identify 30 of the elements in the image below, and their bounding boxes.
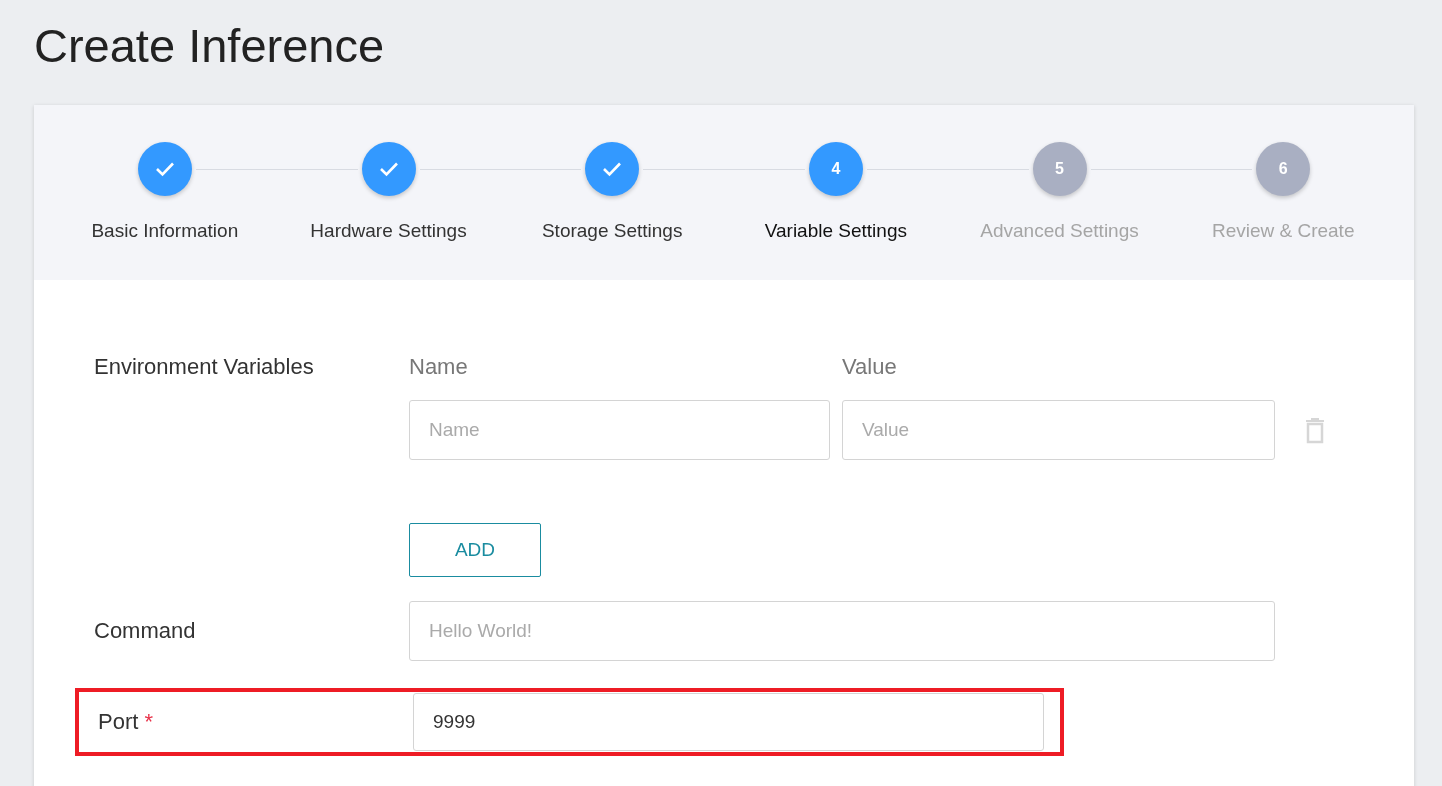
step-label[interactable]: Variable Settings bbox=[764, 220, 907, 242]
checkmark-icon bbox=[154, 161, 175, 177]
checkmark-icon bbox=[378, 161, 399, 177]
column-header: Name bbox=[409, 354, 469, 380]
step-number: 6 bbox=[1278, 160, 1288, 178]
step-circle[interactable] bbox=[585, 142, 640, 196]
step-label[interactable]: Storage Settings bbox=[541, 220, 683, 242]
page-title: Create Inference bbox=[34, 18, 386, 74]
step-label[interactable]: Hardware Settings bbox=[310, 220, 467, 242]
step-circle[interactable]: 6 bbox=[1256, 142, 1311, 196]
step-circle[interactable] bbox=[137, 142, 192, 196]
command-input-field[interactable]: Hello World! bbox=[409, 601, 1275, 661]
add-button[interactable]: ADD bbox=[409, 523, 541, 577]
field-label: Command bbox=[94, 618, 197, 644]
step-label[interactable]: Review & Create bbox=[1211, 220, 1355, 242]
checkmark-icon bbox=[602, 161, 623, 177]
value-input-field[interactable]: Value bbox=[842, 400, 1275, 460]
step-circle[interactable]: 4 bbox=[808, 142, 863, 196]
port-input-field[interactable]: 9999 bbox=[413, 693, 1044, 751]
trash-icon[interactable] bbox=[1303, 416, 1327, 444]
field-label: Port * bbox=[98, 709, 155, 735]
step-circle[interactable]: 5 bbox=[1032, 142, 1087, 196]
step-circle[interactable] bbox=[361, 142, 416, 196]
step-number: 5 bbox=[1055, 160, 1064, 178]
column-header: Value bbox=[842, 354, 897, 380]
step-label[interactable]: Basic Information bbox=[91, 220, 239, 242]
field-label: Environment Variables bbox=[94, 354, 315, 380]
step-number: 4 bbox=[831, 160, 841, 178]
step-label[interactable]: Advanced Settings bbox=[980, 220, 1139, 242]
name-input-field[interactable]: Name bbox=[409, 400, 830, 460]
